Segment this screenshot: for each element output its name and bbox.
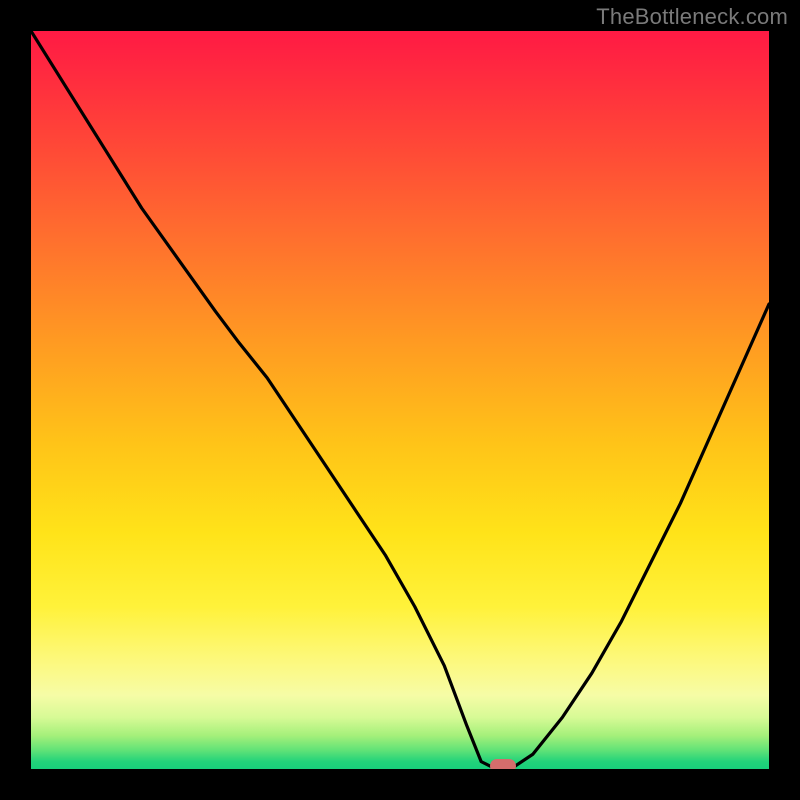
chart-frame: TheBottleneck.com: [0, 0, 800, 800]
optimum-marker: [490, 759, 516, 769]
watermark-text: TheBottleneck.com: [596, 4, 788, 30]
bottleneck-curve: [31, 31, 769, 769]
curve-path: [31, 31, 769, 769]
plot-area: [31, 31, 769, 769]
